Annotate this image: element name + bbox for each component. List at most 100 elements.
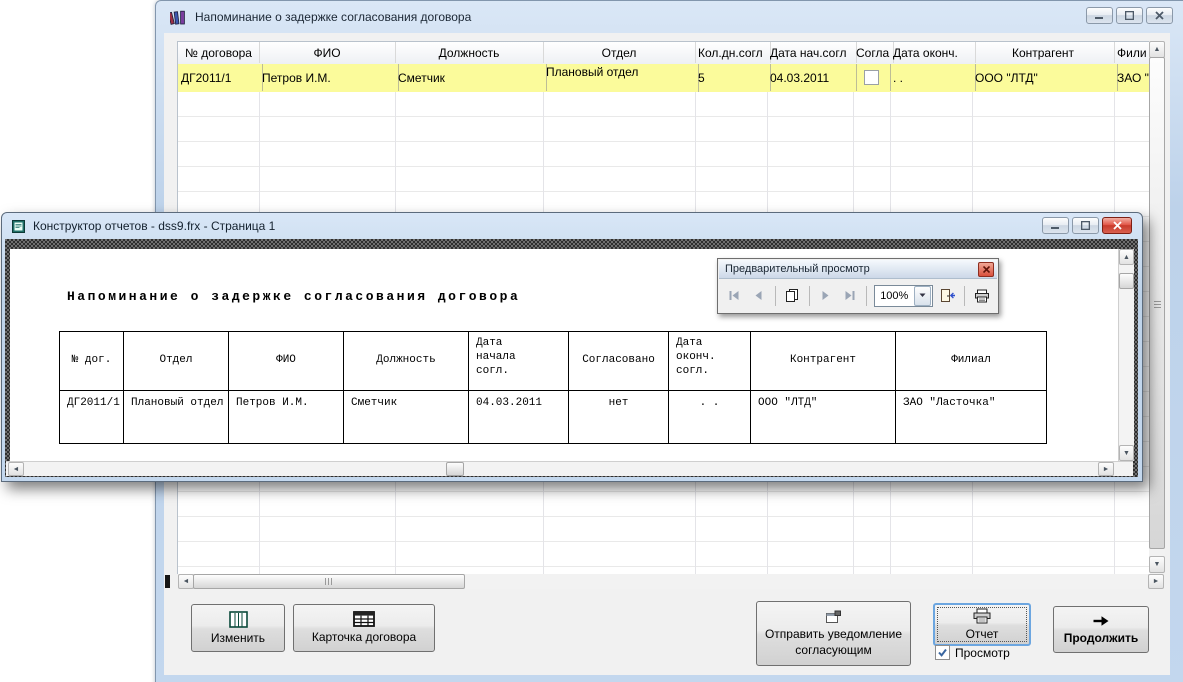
scroll-up-button[interactable]: ▲ xyxy=(1149,41,1165,58)
contract-row-selected[interactable]: ДГ2011/1 Петров И.М. Сметчик Плановый от… xyxy=(178,64,1150,93)
column-header-contract-no[interactable]: № договора xyxy=(178,42,260,63)
toolbar-separator xyxy=(775,286,776,306)
first-page-button[interactable] xyxy=(725,285,744,307)
column-header-days[interactable]: Кол.дн.согл xyxy=(695,42,771,63)
column-header-department[interactable]: Отдел xyxy=(543,42,696,63)
column-header-contractor[interactable]: Контрагент xyxy=(972,42,1115,63)
previous-page-button[interactable] xyxy=(749,285,768,307)
scroll-right-button[interactable]: ► xyxy=(1148,574,1164,589)
report-hscroll-thumb[interactable] xyxy=(446,462,464,476)
reminder-titlebar[interactable]: Напоминание о задержке согласования дого… xyxy=(156,1,1183,33)
chevron-down-icon xyxy=(919,293,926,298)
report-document-icon xyxy=(11,219,26,234)
send-button-label-line2: согласующим xyxy=(795,643,871,658)
report-titlebar[interactable]: Конструктор отчетов - dss9.frx - Страниц… xyxy=(2,213,1142,239)
cell-department: Плановый отдел xyxy=(543,64,699,92)
report-col-department: Отдел xyxy=(124,332,229,390)
report-table-header: № дог. Отдел ФИО Должность Дата начала с… xyxy=(60,332,1046,391)
report-close-button[interactable] xyxy=(1102,217,1132,234)
contract-card-button[interactable]: Карточка договора xyxy=(293,604,435,652)
report-document-title: Напоминание о задержке согласования дого… xyxy=(67,289,520,304)
cell-date-start: 04.03.2011 xyxy=(767,64,857,91)
column-header-date-end[interactable]: Дата оконч. xyxy=(890,42,976,63)
scroll-left-button[interactable]: ◄ xyxy=(178,574,194,589)
cell-position: Сметчик xyxy=(395,64,547,91)
report-scroll-right-button[interactable]: ► xyxy=(1098,462,1114,476)
vertical-scroll-thumb[interactable] xyxy=(1149,57,1165,549)
report-scroll-down-button[interactable]: ▼ xyxy=(1119,445,1134,461)
column-header-position[interactable]: Должность xyxy=(395,42,544,63)
preview-toolbar: Предварительный просмотр xyxy=(717,258,999,314)
report-vscroll-thumb[interactable] xyxy=(1119,273,1134,289)
books-icon xyxy=(170,9,188,26)
report-col-agreed: Согласовано xyxy=(569,332,669,390)
continue-arrow-icon xyxy=(1092,614,1110,628)
report-window-title: Конструктор отчетов - dss9.frx - Страниц… xyxy=(33,219,275,233)
pages-button[interactable] xyxy=(783,285,802,307)
report-cell-branch: ЗАО "Ласточка" xyxy=(896,391,1046,443)
grid-header: № договора ФИО Должность Отдел Кол.дн.со… xyxy=(178,42,1150,65)
maximize-button[interactable] xyxy=(1116,7,1143,24)
report-horizontal-scrollbar[interactable]: ◄ ► xyxy=(6,461,1133,476)
report-button[interactable]: Отчет xyxy=(933,603,1031,646)
edit-button-label: Изменить xyxy=(211,631,265,646)
report-cell-position: Сметчик xyxy=(344,391,469,443)
report-table-row: ДГ2011/1 Плановый отдел Петров И.М. Смет… xyxy=(60,391,1046,443)
report-scroll-left-button[interactable]: ◄ xyxy=(8,462,24,476)
zoom-value: 100% xyxy=(875,290,913,302)
agreed-checkbox[interactable] xyxy=(864,70,879,85)
printer-icon xyxy=(974,289,990,303)
horizontal-scroll-thumb[interactable] xyxy=(193,574,465,589)
report-minimize-button[interactable] xyxy=(1042,217,1069,234)
report-maximize-button[interactable] xyxy=(1072,217,1099,234)
zoom-combobox[interactable]: 100% xyxy=(874,285,933,307)
checkmark-icon xyxy=(937,647,948,658)
report-cell-agreed: нет xyxy=(569,391,669,443)
cell-branch: ЗАО " xyxy=(1114,64,1150,91)
preview-toolbar-title: Предварительный просмотр xyxy=(725,263,870,275)
splitter-mark[interactable] xyxy=(165,575,170,588)
report-table: № дог. Отдел ФИО Должность Дата начала с… xyxy=(59,331,1047,444)
preview-toolbar-close-button[interactable] xyxy=(978,262,994,277)
close-button[interactable] xyxy=(1146,7,1173,24)
next-page-button[interactable] xyxy=(817,285,836,307)
column-header-agreed[interactable]: Согла xyxy=(853,42,894,63)
cell-days: 5 xyxy=(695,64,771,91)
scroll-down-button[interactable]: ▼ xyxy=(1149,556,1165,573)
report-scroll-up-button[interactable]: ▲ xyxy=(1119,249,1134,265)
grid-horizontal-scrollbar[interactable]: ◄ ► xyxy=(178,574,1164,589)
preview-toolbar-titlebar[interactable]: Предварительный просмотр xyxy=(719,260,997,279)
report-col-fio: ФИО xyxy=(229,332,344,390)
column-header-fio[interactable]: ФИО xyxy=(259,42,396,63)
report-col-branch: Филиал xyxy=(896,332,1046,390)
report-col-position: Должность xyxy=(344,332,469,390)
report-window-controls xyxy=(1042,217,1132,234)
preview-checkbox[interactable] xyxy=(935,645,950,660)
send-button-label-line1: Отправить уведомление xyxy=(765,627,902,642)
preview-toolbar-buttons: 100% xyxy=(719,279,997,312)
column-header-branch[interactable]: Фили xyxy=(1114,42,1150,63)
report-cell-date-end: . . xyxy=(669,391,751,443)
continue-button-label: Продолжить xyxy=(1064,631,1139,646)
cell-fio: Петров И.М. xyxy=(259,64,399,91)
report-cell-contractor: ООО "ЛТД" xyxy=(751,391,896,443)
report-vertical-scrollbar[interactable]: ▲ ▼ xyxy=(1118,249,1134,461)
preview-checkbox-label: Просмотр xyxy=(955,646,1010,660)
continue-button[interactable]: Продолжить xyxy=(1053,606,1149,653)
screen: Напоминание о задержке согласования дого… xyxy=(0,0,1183,682)
zoom-dropdown-button[interactable] xyxy=(914,286,931,306)
send-notification-button[interactable]: Отправить уведомление согласующим xyxy=(756,601,911,666)
last-page-button[interactable] xyxy=(840,285,859,307)
minimize-button[interactable] xyxy=(1086,7,1113,24)
toolbar-separator xyxy=(866,286,867,306)
report-button-label: Отчет xyxy=(966,627,999,642)
contract-card-button-label: Карточка договора xyxy=(312,630,416,645)
report-cell-contract: ДГ2011/1 xyxy=(60,391,124,443)
report-col-contractor: Контрагент xyxy=(751,332,896,390)
column-header-date-start[interactable]: Дата нач.согл xyxy=(767,42,857,63)
print-button[interactable] xyxy=(972,285,991,307)
grid-vertical-scrollbar[interactable]: ▲ ▼ xyxy=(1149,41,1165,573)
edit-button[interactable]: Изменить xyxy=(191,604,285,652)
exit-preview-button[interactable] xyxy=(938,285,957,307)
preview-option: Просмотр xyxy=(935,645,1010,660)
